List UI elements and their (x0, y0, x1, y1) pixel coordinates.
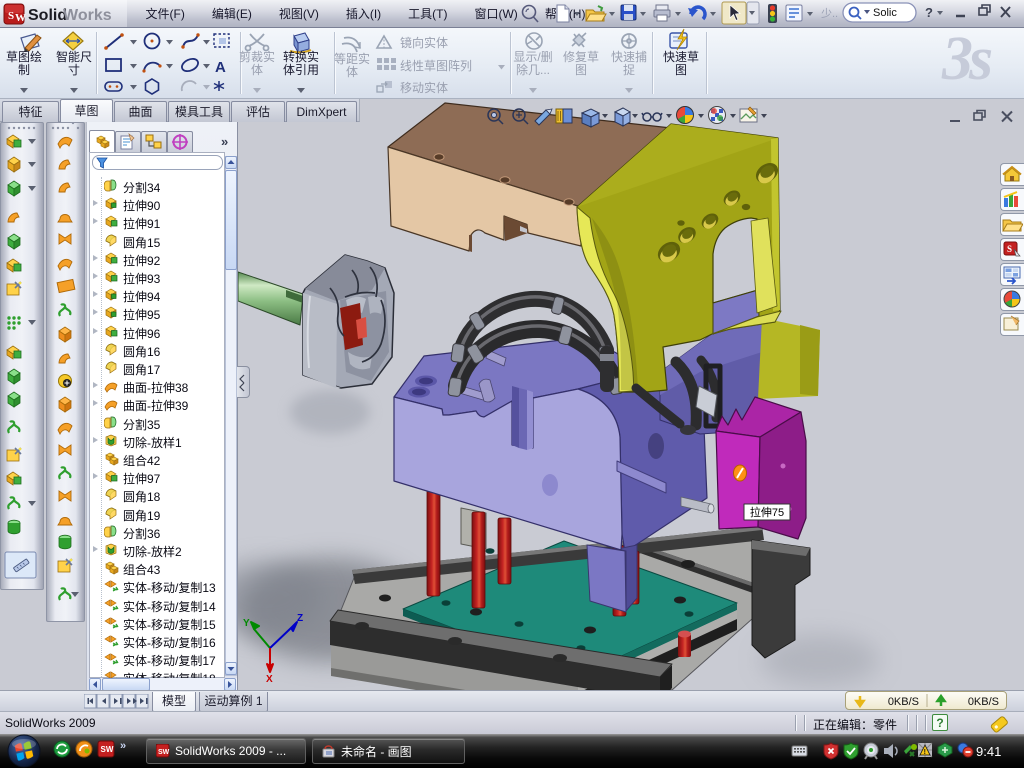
svg-text:Solic: Solic (873, 7, 897, 19)
svg-text:图: 图 (675, 63, 687, 77)
svg-text:捉: 捉 (623, 62, 635, 77)
svg-text:S: S (8, 10, 14, 22)
svg-text:剪裁实: 剪裁实 (239, 49, 275, 64)
svg-text:Z: Z (297, 613, 303, 624)
svg-text:拉伸75: 拉伸75 (750, 505, 784, 519)
svg-text:Works: Works (63, 7, 112, 24)
svg-text:除几...: 除几... (516, 62, 550, 77)
svg-text:转换实: 转换实 (283, 49, 319, 64)
svg-text:!: ! (924, 749, 926, 756)
svg-text:?: ? (925, 5, 933, 20)
svg-text:智能尺: 智能尺 (56, 49, 92, 64)
svg-text:快速草: 快速草 (663, 50, 699, 64)
svg-text:修复草: 修复草 (563, 49, 599, 64)
svg-text:0KB/S: 0KB/S (968, 696, 999, 708)
svg-text:S: S (1007, 244, 1012, 254)
svg-text:»: » (120, 740, 126, 752)
svg-text:制: 制 (18, 63, 30, 77)
svg-text:寸: 寸 (68, 63, 80, 77)
svg-text:体: 体 (346, 65, 358, 79)
svg-text:X: X (266, 674, 273, 685)
svg-text:SW: SW (158, 749, 170, 756)
svg-text:等距实: 等距实 (334, 51, 370, 66)
svg-text:Y: Y (243, 618, 250, 629)
svg-text:快速捕: 快速捕 (611, 49, 647, 64)
svg-text:体: 体 (251, 63, 263, 77)
svg-text:SW: SW (101, 745, 114, 754)
svg-text:A: A (215, 59, 226, 76)
svg-text:9:41: 9:41 (976, 744, 1001, 759)
svg-text:图: 图 (575, 63, 587, 77)
svg-text:线性草图阵列: 线性草图阵列 (400, 59, 472, 73)
svg-text:体引用: 体引用 (283, 63, 319, 77)
svg-text:镜向实体: 镜向实体 (400, 35, 448, 50)
svg-text:显示/删: 显示/删 (513, 50, 552, 64)
svg-text:Solid: Solid (28, 7, 67, 24)
svg-text:少..: 少.. (821, 7, 838, 20)
svg-text:0KB/S: 0KB/S (888, 696, 919, 708)
svg-text:W: W (15, 12, 26, 24)
svg-text:移动实体: 移动实体 (400, 80, 448, 95)
svg-text:草图绘: 草图绘 (6, 49, 42, 64)
